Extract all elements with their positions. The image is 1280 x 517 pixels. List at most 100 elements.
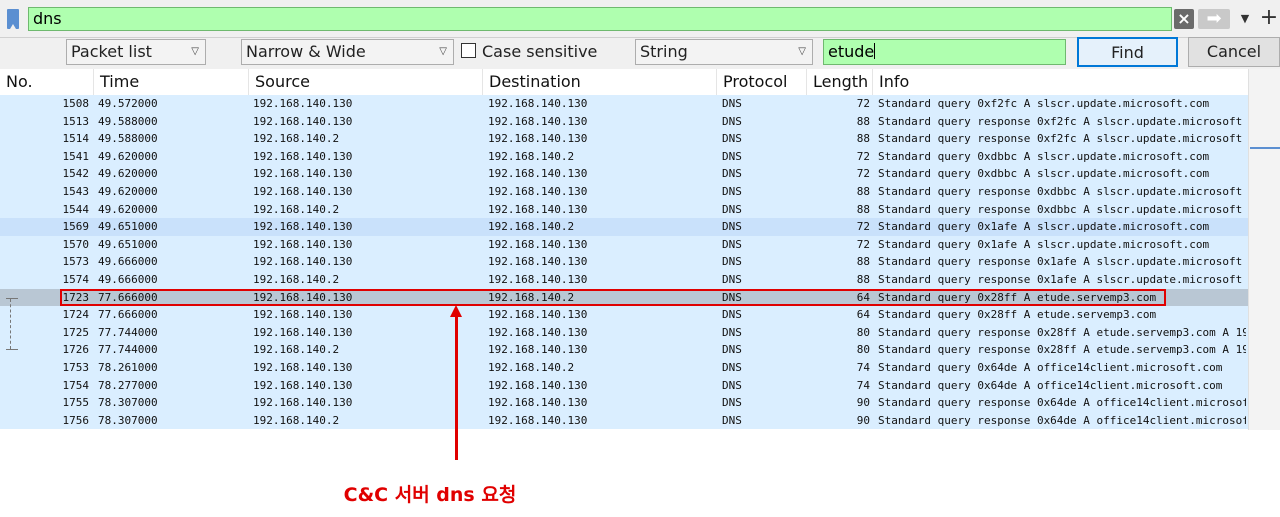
table-row[interactable]: 1754 78.277000 192.168.140.130 192.168.140.…: [0, 376, 1248, 395]
cell-len: 80: [856, 325, 870, 339]
cell-proto: DNS: [722, 237, 742, 251]
table-row[interactable]: 1541 49.620000 192.168.140.130 192.168.140.…: [0, 147, 1248, 166]
find-search-input[interactable]: etude: [823, 39, 1066, 65]
plus-icon[interactable]: +: [1259, 6, 1279, 30]
cancel-button[interactable]: Cancel: [1188, 37, 1280, 67]
table-row[interactable]: 1726 77.744000 192.168.140.2 192.168.140.13…: [0, 341, 1248, 359]
cell-dst: 192.168.140.130: [488, 185, 588, 198]
cell-proto: DNS: [722, 132, 742, 146]
case-sensitive-checkbox[interactable]: Case sensitive: [461, 41, 597, 65]
search-in-value: Packet list: [71, 42, 152, 61]
cell-len: 88: [856, 185, 870, 198]
cell-time: 78.307000: [98, 413, 158, 427]
cell-src: 192.168.140.2: [253, 132, 340, 146]
cell-info: Standard query response 0x1afe A slscr.u…: [878, 255, 1243, 269]
cell-info: Standard query response 0x28ff A etude.s…: [878, 325, 1246, 339]
search-type-value: String: [640, 42, 688, 61]
table-row[interactable]: 1542 49.620000 192.168.140.130 192.168.140.…: [0, 165, 1248, 183]
table-row[interactable]: 1573 49.666000 192.168.140.130 192.168.140.…: [0, 253, 1248, 271]
column-header-no[interactable]: No.: [0, 69, 94, 95]
column-header-source[interactable]: Source: [249, 69, 483, 95]
column-header-destination[interactable]: Destination: [483, 69, 717, 95]
cell-len: 80: [856, 343, 870, 357]
search-type-select[interactable]: String ▽: [635, 39, 813, 65]
char-width-select[interactable]: Narrow & Wide ▽: [241, 39, 454, 65]
clear-x-icon[interactable]: ×: [1174, 9, 1194, 29]
column-header-time[interactable]: Time: [94, 69, 249, 95]
cell-len: 88: [856, 132, 870, 146]
cell-src: 192.168.140.130: [253, 361, 353, 374]
cell-dst: 192.168.140.130: [488, 167, 588, 181]
display-filter-toolbar: dns × ➡ ▼ +: [0, 0, 1280, 38]
cell-no: 1543: [62, 185, 90, 198]
table-row[interactable]: 1755 78.307000 192.168.140.130 192.168.140.…: [0, 394, 1248, 412]
find-search-value: etude: [828, 42, 875, 61]
cell-info: Standard query response 0x64de A office1…: [878, 413, 1246, 427]
table-row[interactable]: 1514 49.588000 192.168.140.2 192.168.140.13…: [0, 130, 1248, 148]
arrow-right-icon[interactable]: ➡: [1198, 9, 1230, 29]
cell-len: 88: [856, 114, 870, 128]
highlight-box: [60, 289, 1166, 306]
table-row[interactable]: 1724 77.666000 192.168.140.130 192.168.140.…: [0, 306, 1248, 324]
cell-dst: 192.168.140.130: [488, 378, 588, 392]
cell-len: 90: [856, 413, 870, 427]
cell-proto: DNS: [722, 255, 742, 269]
checkbox-icon[interactable]: [461, 43, 476, 58]
cell-no: 1756: [62, 413, 90, 427]
cell-src: 192.168.140.130: [253, 396, 353, 410]
cell-no: 1573: [62, 255, 90, 269]
cell-dst: 192.168.140.130: [488, 237, 588, 251]
column-header-length[interactable]: Length: [807, 69, 873, 95]
cell-no: 1574: [62, 273, 90, 286]
cell-dst: 192.168.140.130: [488, 114, 588, 128]
cell-len: 74: [856, 361, 870, 374]
cell-src: 192.168.140.130: [253, 149, 353, 163]
cell-no: 1753: [62, 361, 90, 374]
cell-proto: DNS: [722, 114, 742, 128]
cell-info: Standard query 0x64de A office14client.m…: [878, 378, 1223, 392]
cell-src: 192.168.140.130: [253, 185, 353, 198]
table-row[interactable]: 1508 49.572000 192.168.140.130 192.168.140.…: [0, 95, 1248, 113]
cell-proto: DNS: [722, 361, 742, 374]
cell-len: 90: [856, 396, 870, 410]
cell-no: 1542: [62, 167, 90, 181]
table-row[interactable]: 1569 49.651000 192.168.140.130 192.168.140.…: [0, 218, 1248, 236]
table-row[interactable]: 1725 77.744000 192.168.140.130 192.168.140.…: [0, 323, 1248, 342]
bookmark-icon[interactable]: [7, 9, 19, 29]
cell-no: 1544: [62, 202, 90, 216]
cell-dst: 192.168.140.130: [488, 255, 588, 269]
cell-time: 49.651000: [98, 237, 158, 251]
cell-time: 49.620000: [98, 167, 158, 181]
cell-len: 64: [856, 308, 870, 322]
table-row[interactable]: 1513 49.588000 192.168.140.130 192.168.140.…: [0, 112, 1248, 131]
find-button[interactable]: Find: [1077, 37, 1178, 67]
table-row[interactable]: 1756 78.307000 192.168.140.2 192.168.140.13…: [0, 411, 1248, 430]
table-row[interactable]: 1544 49.620000 192.168.140.2 192.168.140.13…: [0, 200, 1248, 219]
cell-dst: 192.168.140.2: [488, 220, 575, 234]
cell-proto: DNS: [722, 202, 742, 216]
cell-src: 192.168.140.130: [253, 114, 353, 128]
cell-len: 88: [856, 255, 870, 269]
display-filter-input[interactable]: dns: [28, 7, 1172, 31]
related-packets-bracket-icon: [4, 297, 18, 352]
cell-time: 77.666000: [98, 308, 158, 322]
table-row[interactable]: 1574 49.666000 192.168.140.2 192.168.140.13…: [0, 271, 1248, 289]
vertical-scrollbar[interactable]: [1248, 69, 1280, 430]
cell-dst: 192.168.140.130: [488, 343, 588, 357]
cell-src: 192.168.140.130: [253, 308, 353, 322]
table-row[interactable]: 1543 49.620000 192.168.140.130 192.168.140.…: [0, 183, 1248, 201]
search-in-select[interactable]: Packet list ▽: [66, 39, 206, 65]
cell-len: 74: [856, 378, 870, 392]
case-sensitive-label: Case sensitive: [482, 42, 598, 61]
column-header-info[interactable]: Info: [873, 69, 1248, 95]
cell-dst: 192.168.140.130: [488, 308, 588, 322]
chevron-down-icon[interactable]: ▼: [1237, 9, 1253, 29]
column-header-protocol[interactable]: Protocol: [717, 69, 807, 95]
table-row[interactable]: 1753 78.261000 192.168.140.130 192.168.140.…: [0, 359, 1248, 377]
cell-time: 78.261000: [98, 361, 158, 374]
table-row[interactable]: 1570 49.651000 192.168.140.130 192.168.140.…: [0, 235, 1248, 254]
cell-proto: DNS: [722, 325, 742, 339]
char-width-value: Narrow & Wide: [246, 42, 366, 61]
find-packet-toolbar: Packet list ▽ Narrow & Wide ▽ Case sensi…: [0, 37, 1280, 69]
cell-src: 192.168.140.130: [253, 255, 353, 269]
